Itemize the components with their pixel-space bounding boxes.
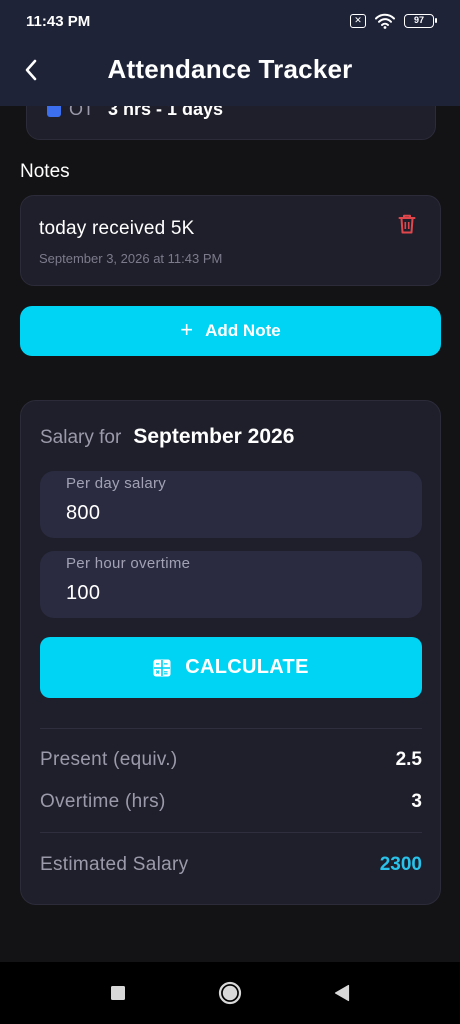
per-hour-overtime-value: 100: [66, 582, 101, 604]
calculate-label: CALCULATE: [185, 656, 309, 678]
estimated-salary-label: Estimated Salary: [40, 854, 189, 875]
square-icon: [111, 986, 125, 1000]
present-label: Present (equiv.): [40, 749, 178, 770]
circle-icon: [218, 981, 242, 1005]
system-nav-bar: [0, 962, 460, 1024]
status-time: 11:43 PM: [26, 12, 91, 30]
per-hour-overtime-field[interactable]: Per hour overtime 100: [40, 551, 422, 618]
system-back-button[interactable]: [322, 973, 362, 1013]
estimated-salary-value: 2300: [379, 854, 422, 875]
overtime-label: Overtime (hrs): [40, 791, 166, 812]
trash-icon: [398, 214, 416, 234]
note-card: today received 5K September 3, 2026 at 1…: [20, 195, 441, 286]
overtime-value: 3: [411, 791, 422, 812]
total-divider: [40, 832, 422, 833]
add-note-button[interactable]: + Add Note: [20, 306, 441, 356]
salary-heading: Salary for September 2026: [40, 425, 294, 449]
salary-month: September 2026: [133, 425, 295, 448]
home-button[interactable]: [210, 973, 250, 1013]
triangle-icon: [334, 984, 350, 1002]
calculate-button[interactable]: CALCULATE: [40, 637, 422, 698]
status-icons: ✕ 97: [350, 13, 437, 29]
status-bar: 11:43 PM ✕ 97: [0, 0, 460, 42]
note-text: today received 5K: [39, 218, 195, 239]
salary-prefix: Salary for: [40, 427, 122, 448]
notes-section-title: Notes: [20, 161, 70, 182]
app-bar: Attendance Tracker: [0, 42, 460, 100]
per-hour-overtime-label: Per hour overtime: [66, 555, 191, 572]
per-day-salary-value: 800: [66, 502, 101, 524]
present-value: 2.5: [395, 749, 422, 770]
results-divider: [40, 728, 422, 729]
app-screen: OT 3 hrs - 1 days 11:43 PM ✕ 97 Attendan…: [0, 0, 460, 1024]
plus-icon: +: [180, 317, 194, 342]
estimated-salary-row: Estimated Salary 2300: [40, 854, 422, 876]
overtime-row: Overtime (hrs) 3: [40, 791, 422, 813]
salary-card: Salary for September 2026 Per day salary…: [20, 400, 441, 905]
battery-icon: 97: [404, 14, 437, 28]
recents-button[interactable]: [98, 973, 138, 1013]
page-title: Attendance Tracker: [107, 54, 353, 84]
present-row: Present (equiv.) 2.5: [40, 749, 422, 771]
header: 11:43 PM ✕ 97 Attendance Tracker: [0, 0, 460, 106]
note-date: September 3, 2026 at 11:43 PM: [39, 251, 223, 266]
calculator-icon: [153, 659, 171, 676]
add-note-label: Add Note: [205, 321, 281, 340]
per-day-salary-label: Per day salary: [66, 475, 167, 492]
no-sim-icon: ✕: [350, 14, 366, 28]
delete-note-button[interactable]: [398, 214, 420, 238]
per-day-salary-field[interactable]: Per day salary 800: [40, 471, 422, 538]
wifi-icon: [375, 13, 395, 29]
